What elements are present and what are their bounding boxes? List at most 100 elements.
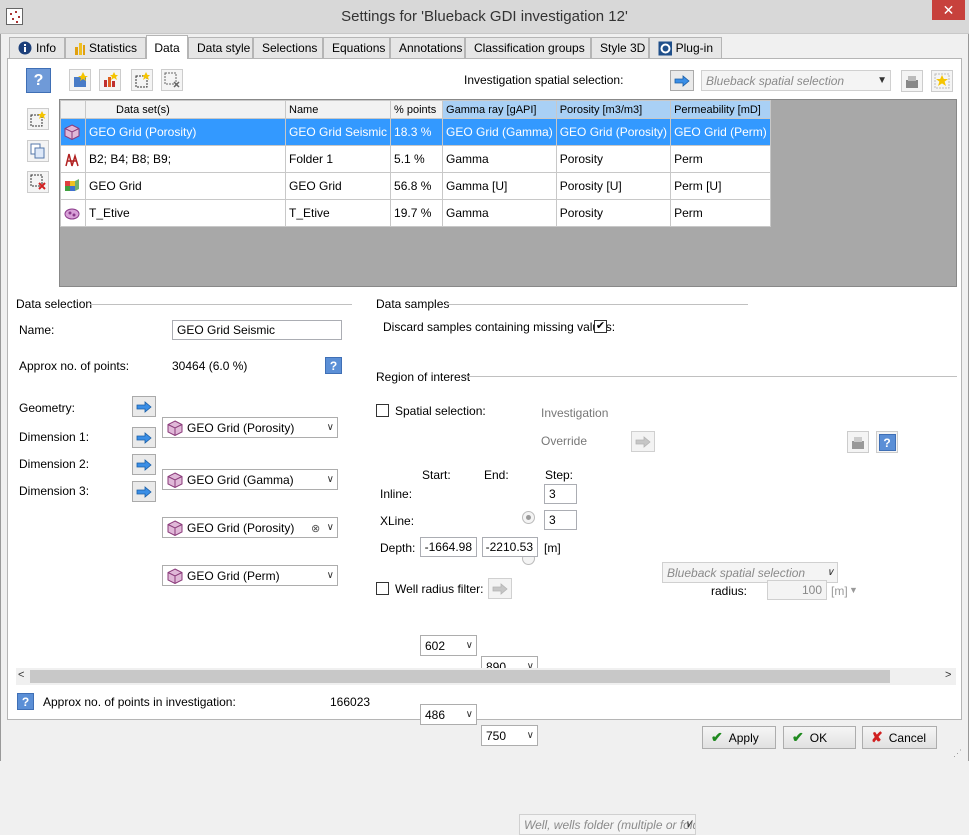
column-header[interactable] <box>60 100 86 119</box>
well-arrow-button[interactable] <box>488 578 512 599</box>
depth-start-field[interactable]: -1664.98 <box>420 537 477 557</box>
remove-selection-button[interactable] <box>161 69 183 91</box>
arrow-right-icon <box>136 400 152 413</box>
override-help-button[interactable]: ? <box>876 431 898 453</box>
xline-step-field[interactable]: 3 <box>544 510 577 530</box>
tab-selections[interactable]: Selections <box>253 37 323 58</box>
tab-plug-in[interactable]: Plug-in <box>649 37 722 58</box>
porosity-cell[interactable]: GEO Grid (Porosity) <box>555 118 672 146</box>
spatial-settings-button[interactable] <box>901 70 923 92</box>
spatial-selection-arrow-button[interactable] <box>670 70 694 91</box>
chevron-down-icon[interactable]: ▼ <box>849 585 858 595</box>
column-header[interactable]: Permeability [mD] <box>670 100 771 119</box>
ok-button[interactable]: ✔ OK <box>783 726 856 749</box>
depth-end-field[interactable]: -2210.53 <box>482 537 538 557</box>
spatial-selection-combo[interactable]: Blueback spatial selection ▼ <box>701 70 891 91</box>
porosity-cell[interactable]: Porosity <box>555 145 672 173</box>
help-icon[interactable]: ? <box>325 357 342 374</box>
points-cell: 19.7 % <box>390 199 444 227</box>
dimension-3-arrow-button[interactable] <box>132 481 156 502</box>
dimension-1-combo[interactable]: GEO Grid (Gamma) ∨ <box>162 469 338 490</box>
dataset-cell[interactable]: T_Etive <box>85 199 286 227</box>
add-row-button[interactable] <box>27 108 49 130</box>
perm-cell[interactable]: Perm [U] <box>670 172 771 200</box>
dimension-3-combo[interactable]: GEO Grid (Perm) ∨ <box>162 565 338 586</box>
name-field[interactable]: GEO Grid Seismic <box>172 320 342 340</box>
xline-end-select[interactable]: 750 ∨ <box>481 725 538 746</box>
override-settings-button[interactable] <box>847 431 869 453</box>
column-header[interactable]: Porosity [m3/m3] <box>555 100 672 119</box>
new-spatial-selection-button[interactable] <box>931 70 953 92</box>
help-icon[interactable]: ? <box>26 68 51 93</box>
geometry-arrow-button[interactable] <box>132 396 156 417</box>
gamma-cell[interactable]: GEO Grid (Gamma) <box>442 118 557 146</box>
perm-cell[interactable]: Perm <box>670 199 771 227</box>
add-statistics-icon <box>104 72 118 87</box>
table-row[interactable]: GEO Grid (Porosity) GEO Grid Seismic 18.… <box>60 118 771 146</box>
close-button[interactable]: ✕ <box>932 0 965 20</box>
porosity-cell[interactable]: Porosity [U] <box>555 172 672 200</box>
dataset-cell[interactable]: GEO Grid <box>85 172 286 200</box>
porosity-cell[interactable]: Porosity <box>555 199 672 227</box>
investigation-radio-label: Investigation <box>541 406 609 420</box>
tab-info[interactable]: Info <box>9 37 65 58</box>
gamma-cell[interactable]: Gamma <box>442 199 557 227</box>
well-radius-filter-checkbox[interactable] <box>376 582 389 595</box>
tab-statistics[interactable]: Statistics <box>65 37 146 58</box>
help-icon[interactable]: ? <box>17 693 34 710</box>
add-statistics-button[interactable] <box>99 69 121 91</box>
dimension-2-combo[interactable]: GEO Grid (Porosity) ⊗ ∨ <box>162 517 338 538</box>
name-cell[interactable]: GEO Grid Seismic <box>284 118 392 146</box>
remove-selection-icon <box>164 72 180 88</box>
dimension-2-arrow-button[interactable] <box>132 454 156 475</box>
perm-cell[interactable]: Perm <box>670 145 771 173</box>
column-header[interactable]: Data set(s) <box>85 100 286 119</box>
well-combo[interactable]: Well, wells folder (multiple or fold ∨ <box>519 814 696 835</box>
investigation-radio[interactable] <box>522 511 535 524</box>
tab-data-style[interactable]: Data style <box>188 37 253 58</box>
geometry-combo[interactable]: GEO Grid (Porosity) ∨ <box>162 417 338 438</box>
clear-icon[interactable]: ⊗ <box>311 522 320 535</box>
tab-data[interactable]: Data <box>146 35 188 59</box>
resize-grip-icon[interactable]: ⋰ <box>953 748 962 759</box>
tab-classification-groups[interactable]: Classification groups <box>465 37 591 58</box>
spatial-selection-checkbox[interactable] <box>376 404 389 417</box>
copy-row-button[interactable] <box>27 140 49 162</box>
gamma-cell[interactable]: Gamma <box>442 145 557 173</box>
scrollbar-thumb[interactable] <box>30 670 890 683</box>
name-cell[interactable]: Folder 1 <box>284 145 392 173</box>
add-dataset-button[interactable] <box>69 69 91 91</box>
perm-cell[interactable]: GEO Grid (Perm) <box>670 118 771 146</box>
tab-equations[interactable]: Equations <box>323 37 390 58</box>
delete-row-button[interactable] <box>27 171 49 193</box>
xline-start-select[interactable]: 486 ∨ <box>420 704 477 725</box>
copy-icon <box>30 143 45 159</box>
table-row[interactable]: GEO Grid GEO Grid 56.8 % Gamma [U] Poros… <box>60 172 771 200</box>
override-arrow-button[interactable] <box>631 431 655 452</box>
new-selection-button[interactable] <box>131 69 153 91</box>
inline-start-select[interactable]: 602 ∨ <box>420 635 477 656</box>
inline-step-field[interactable]: 3 <box>544 484 577 504</box>
gamma-cell[interactable]: Gamma [U] <box>442 172 557 200</box>
dimension-1-arrow-button[interactable] <box>132 427 156 448</box>
cancel-button[interactable]: ✘ Cancel <box>862 726 937 749</box>
tab-annotations[interactable]: Annotations <box>390 37 465 58</box>
dataset-cell[interactable]: GEO Grid (Porosity) <box>85 118 286 146</box>
dataset-cell[interactable]: B2; B4; B8; B9; <box>85 145 286 173</box>
table-row[interactable]: B2; B4; B8; B9; Folder 1 5.1 % Gamma Por… <box>60 145 771 173</box>
table-row[interactable]: T_Etive T_Etive 19.7 % Gamma Porosity Pe… <box>60 199 771 227</box>
dataset-grid: Data set(s) Name % points Gamma ray [gAP… <box>59 99 957 287</box>
name-cell[interactable]: GEO Grid <box>284 172 392 200</box>
name-cell[interactable]: T_Etive <box>284 199 392 227</box>
scroll-right-icon[interactable]: > <box>945 669 951 681</box>
approx-points-label: Approx no. of points: <box>19 359 130 373</box>
radius-field[interactable]: 100 <box>767 580 827 600</box>
dimension-2-value: GEO Grid (Porosity) <box>187 520 295 535</box>
tab-style-3d[interactable]: Style 3D <box>591 37 649 58</box>
column-header[interactable]: % points <box>390 100 444 119</box>
apply-button[interactable]: ✔ Apply <box>702 726 776 749</box>
discard-samples-checkbox[interactable]: ✔ <box>594 320 607 333</box>
scroll-left-icon[interactable]: < <box>18 669 24 681</box>
column-header[interactable]: Name <box>284 100 392 119</box>
column-header[interactable]: Gamma ray [gAPI] <box>442 100 557 119</box>
